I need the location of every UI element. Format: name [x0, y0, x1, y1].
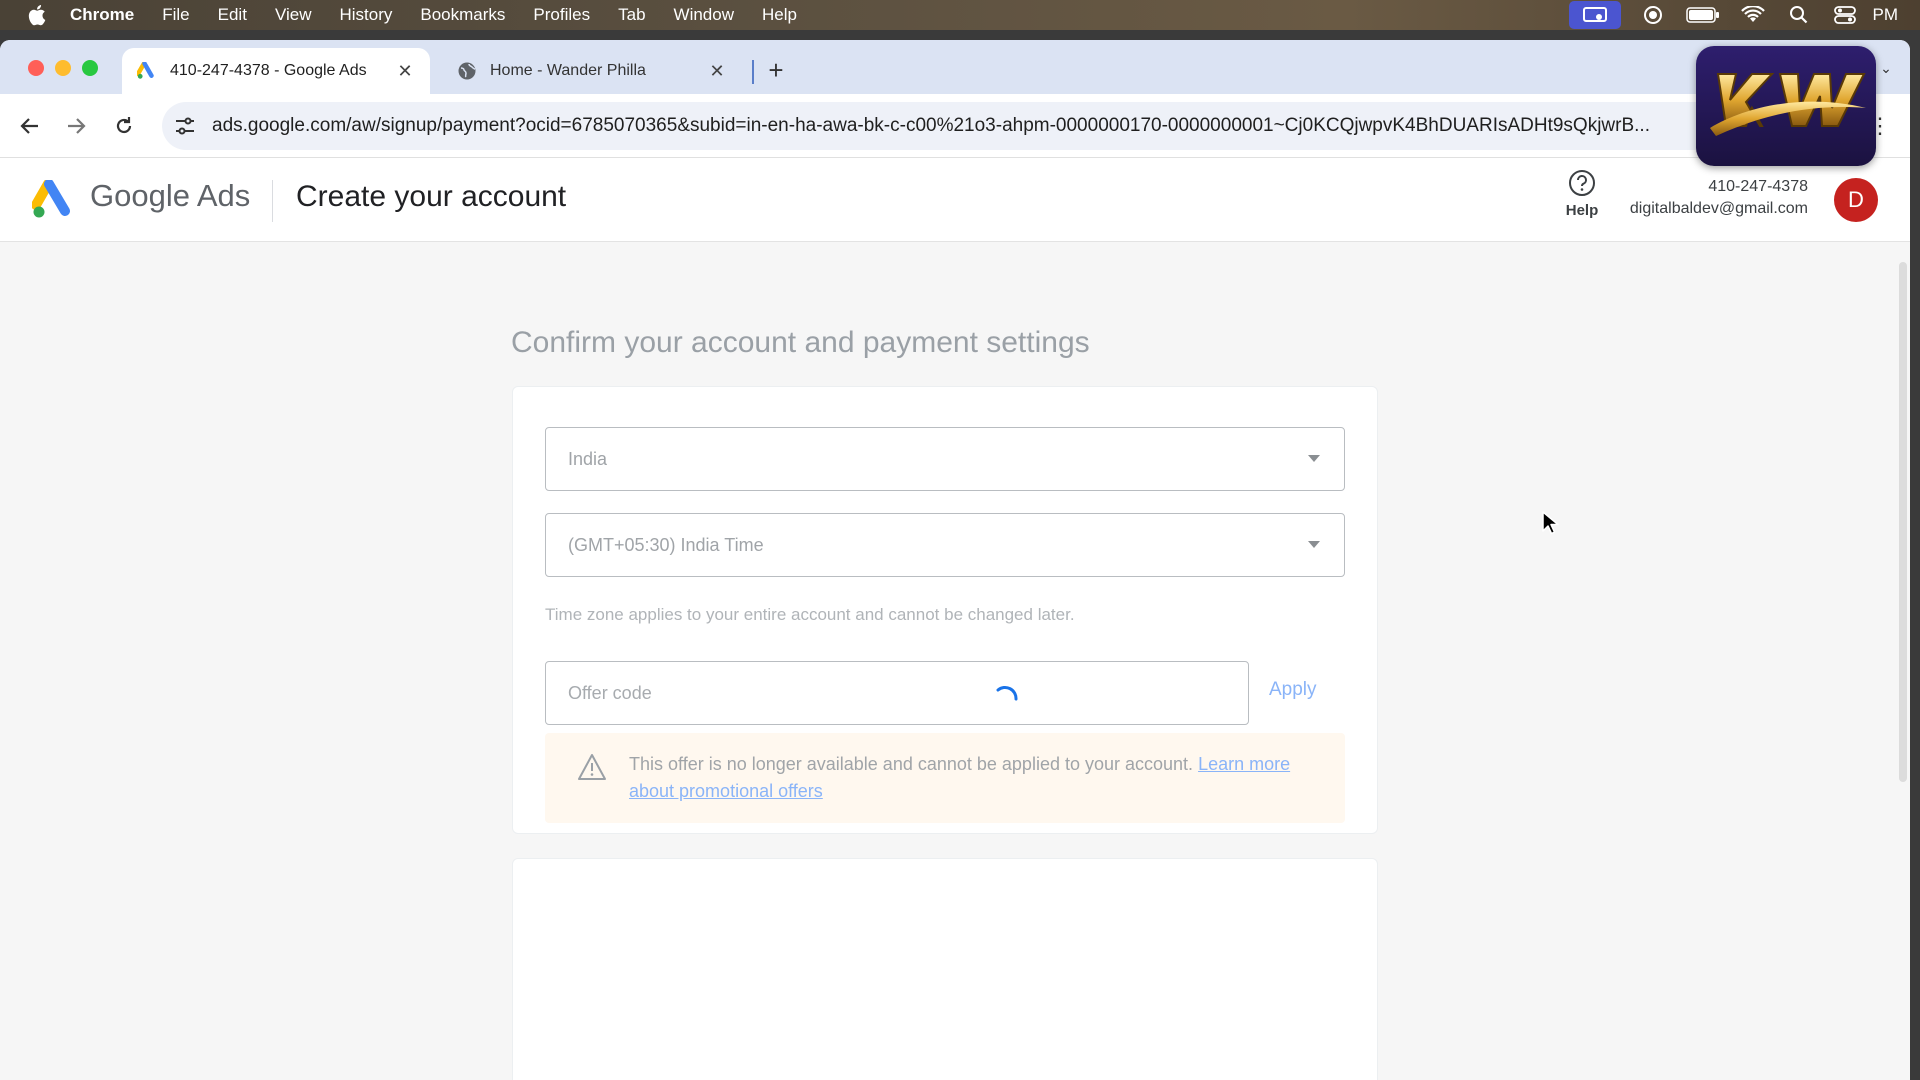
- section-title: Confirm your account and payment setting…: [511, 326, 1090, 359]
- account-id[interactable]: 410-247-4378: [1708, 178, 1808, 196]
- offer-code-placeholder: Offer code: [568, 682, 652, 703]
- google-ads-icon: [136, 60, 158, 82]
- forward-arrow-icon[interactable]: [62, 112, 90, 140]
- tab-wander-philla[interactable]: Home - Wander Philla ✕: [444, 48, 740, 94]
- alert-message: This offer is no longer available and ca…: [629, 751, 1319, 805]
- warning-icon: [577, 753, 607, 781]
- tab-separator: [752, 60, 754, 84]
- menu-bookmarks[interactable]: Bookmarks: [420, 5, 505, 25]
- tab-search-chevron-icon[interactable]: ⌄: [1876, 58, 1896, 78]
- timezone-value: (GMT+05:30) India Time: [568, 534, 764, 555]
- header-divider: [272, 180, 273, 222]
- record-icon[interactable]: [1639, 4, 1667, 26]
- brand-wordmark: Google Ads: [90, 178, 251, 213]
- scroll-thumb[interactable]: [1899, 262, 1907, 782]
- address-bar[interactable]: ads.google.com/aw/signup/payment?ocid=67…: [162, 102, 1792, 150]
- page-title: Create your account: [296, 180, 567, 213]
- tab-title: 410-247-4378 - Google Ads: [170, 62, 367, 79]
- tab-strip: 410-247-4378 - Google Ads ✕ Home - Wande…: [0, 40, 1910, 94]
- apply-button[interactable]: Apply: [1269, 679, 1317, 701]
- tab-title: Home - Wander Philla: [490, 62, 646, 79]
- offer-unavailable-alert: This offer is no longer available and ca…: [545, 733, 1345, 823]
- dropdown-caret-icon: [1308, 455, 1320, 462]
- country-select[interactable]: India: [545, 427, 1345, 491]
- help-label: Help: [1565, 202, 1599, 219]
- tab-close-icon[interactable]: ✕: [394, 60, 416, 82]
- offer-code-input[interactable]: Offer code: [545, 661, 1249, 725]
- mouse-cursor-icon: [1541, 510, 1559, 536]
- wifi-icon[interactable]: [1739, 4, 1767, 26]
- back-arrow-icon[interactable]: [16, 112, 44, 140]
- tab-google-ads[interactable]: 410-247-4378 - Google Ads ✕: [122, 48, 430, 94]
- menu-edit[interactable]: Edit: [218, 5, 247, 25]
- globe-icon: [456, 60, 478, 82]
- zoom-window-button[interactable]: [82, 60, 98, 76]
- control-center-icon[interactable]: [1831, 4, 1859, 26]
- tab-close-icon[interactable]: ✕: [706, 60, 728, 82]
- alert-text: This offer is no longer available and ca…: [629, 754, 1194, 774]
- menubar-clock[interactable]: PM: [1873, 5, 1899, 25]
- menu-app-name[interactable]: Chrome: [70, 5, 134, 25]
- spotlight-search-icon[interactable]: [1785, 4, 1813, 26]
- menu-profiles[interactable]: Profiles: [533, 5, 590, 25]
- country-value: India: [568, 448, 608, 469]
- minimize-window-button[interactable]: [55, 60, 71, 76]
- menu-tab[interactable]: Tab: [618, 5, 645, 25]
- chrome-window: 410-247-4378 - Google Ads ✕ Home - Wande…: [0, 40, 1910, 1080]
- google-ads-logo-icon[interactable]: [31, 179, 74, 220]
- screen-share-icon[interactable]: [1568, 1, 1621, 29]
- apple-icon[interactable]: [26, 3, 50, 27]
- menu-file[interactable]: File: [162, 5, 189, 25]
- help-circle-icon: [1567, 168, 1597, 198]
- battery-icon[interactable]: [1685, 4, 1721, 26]
- settings-card: India (GMT+05:30) India Time Time zone a…: [512, 386, 1378, 834]
- timezone-hint: Time zone applies to your entire account…: [545, 605, 1075, 624]
- reload-icon[interactable]: [110, 112, 138, 140]
- loading-spinner-icon: [992, 682, 1020, 710]
- menu-view[interactable]: View: [275, 5, 312, 25]
- menu-help[interactable]: Help: [762, 5, 797, 25]
- account-email[interactable]: digitalbaldev@gmail.com: [1630, 200, 1808, 218]
- macos-menubar: Chrome File Edit View History Bookmarks …: [0, 0, 1920, 30]
- browser-toolbar: ads.google.com/aw/signup/payment?ocid=67…: [0, 94, 1910, 158]
- close-window-button[interactable]: [28, 60, 44, 76]
- url-text[interactable]: ads.google.com/aw/signup/payment?ocid=67…: [212, 115, 1732, 137]
- dropdown-caret-icon: [1308, 541, 1320, 548]
- new-tab-icon[interactable]: +: [762, 55, 790, 85]
- payment-card: [512, 858, 1378, 1080]
- avatar[interactable]: D: [1834, 178, 1878, 222]
- site-info-icon[interactable]: [172, 113, 198, 139]
- kw-logo: [1696, 46, 1876, 166]
- menu-history[interactable]: History: [339, 5, 392, 25]
- timezone-select[interactable]: (GMT+05:30) India Time: [545, 513, 1345, 577]
- page-scrollbar[interactable]: [1896, 254, 1910, 1080]
- app-header: Google Ads Create your account Help 410-…: [0, 158, 1910, 242]
- page-content: Google Ads Create your account Help 410-…: [0, 158, 1910, 1080]
- help-button[interactable]: Help: [1562, 168, 1602, 219]
- menu-window[interactable]: Window: [674, 5, 734, 25]
